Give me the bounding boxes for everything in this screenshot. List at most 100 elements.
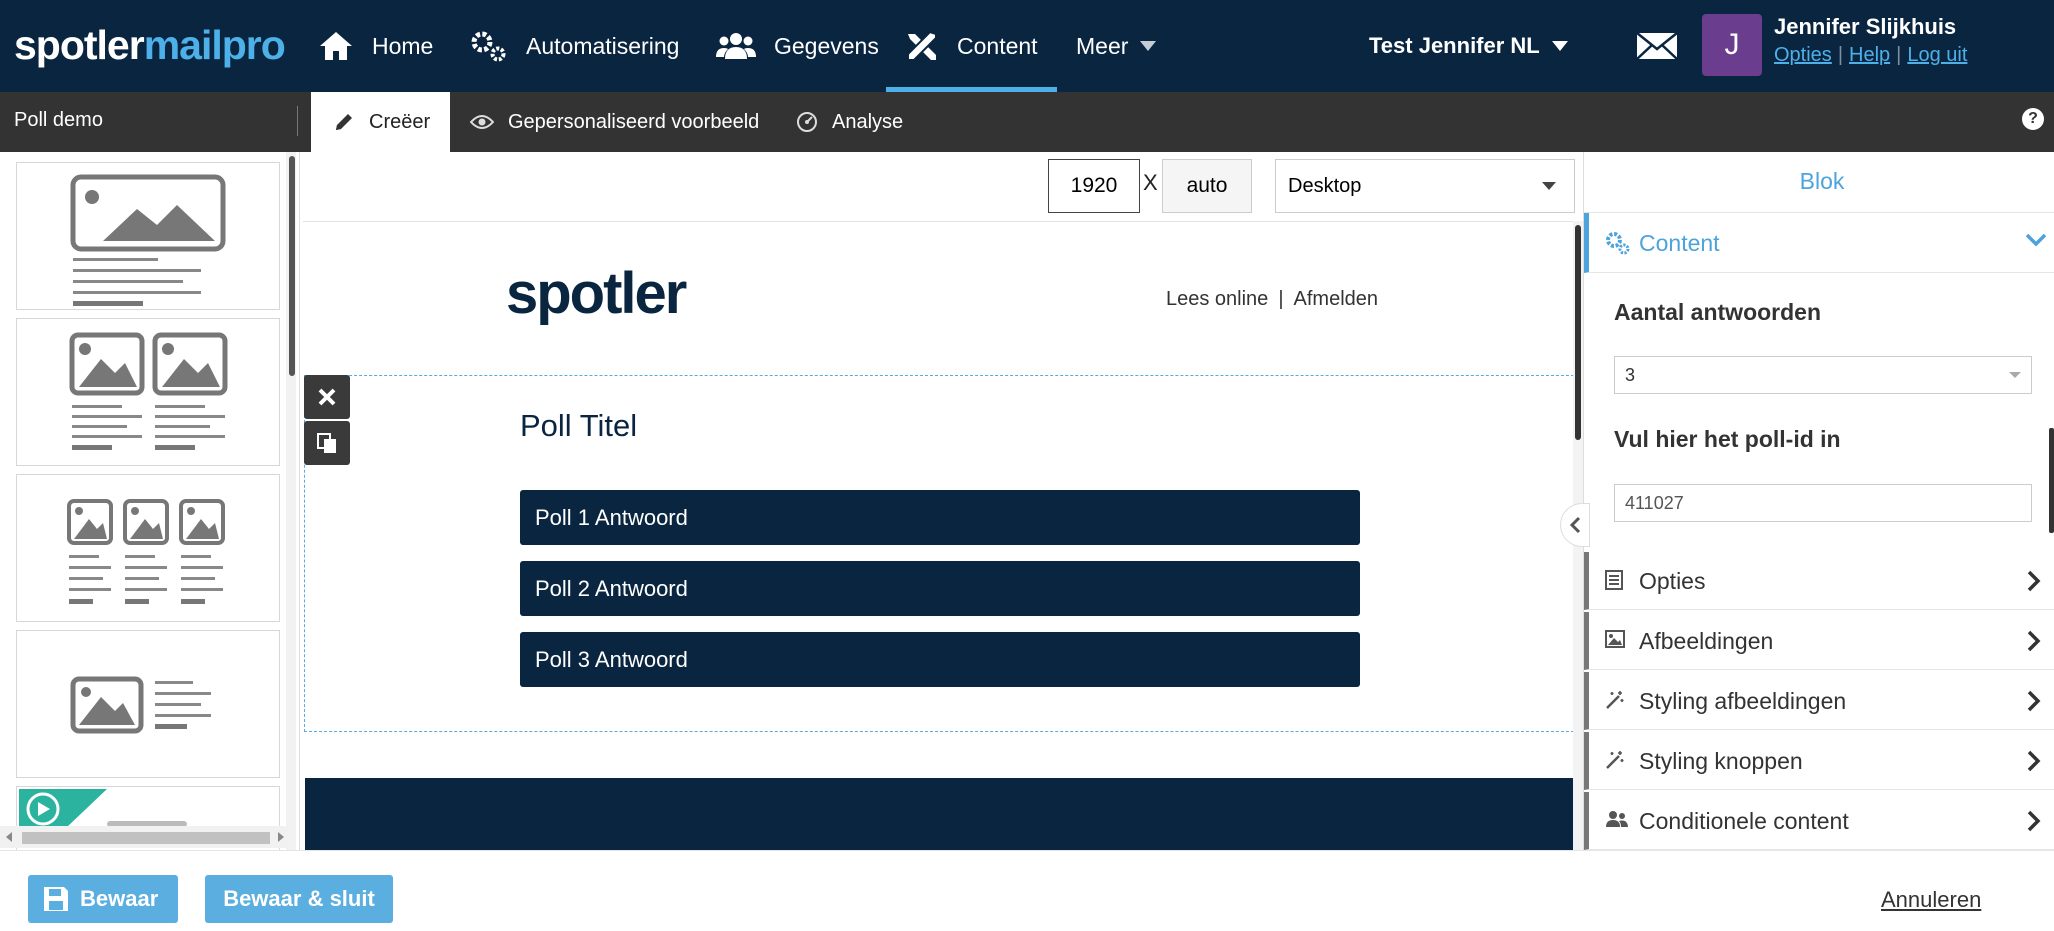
email-header-links: Lees online | Afmelden <box>1166 288 1378 311</box>
options-link[interactable]: Opties <box>1774 44 1832 66</box>
poll-title[interactable]: Poll Titel <box>520 408 637 444</box>
nav-content-label: Content <box>957 32 1038 59</box>
block-three-columns[interactable] <box>16 474 280 622</box>
section-images-label: Afbeeldingen <box>1639 628 1774 654</box>
cancel-link[interactable]: Annuleren <box>1881 887 1981 913</box>
separator: | <box>1837 44 1844 66</box>
block-image-left-text[interactable] <box>16 630 280 778</box>
poll-id-label: Vul hier het poll-id in <box>1614 426 1841 452</box>
answers-count-label: Aantal antwoorden <box>1614 299 1822 325</box>
horizontal-scroll-thumb[interactable] <box>22 832 270 844</box>
save-button[interactable]: Bewaar <box>28 875 178 923</box>
unsubscribe-link[interactable]: Afmelden <box>1294 288 1379 310</box>
divider <box>297 106 298 136</box>
chevron-right-icon <box>2027 690 2041 712</box>
chevron-right-icon <box>2027 570 2041 592</box>
poll-id-field[interactable] <box>1614 484 2032 522</box>
chevron-down-icon <box>1542 182 1556 190</box>
delete-block-button[interactable] <box>304 375 350 419</box>
pencil-ruler-icon <box>907 30 937 61</box>
close-icon <box>318 388 336 406</box>
tab-create[interactable]: Creëer <box>311 92 450 152</box>
poll-answer-button[interactable]: Poll 1 Antwoord <box>520 490 1360 545</box>
chevron-right-icon <box>2027 630 2041 652</box>
properties-panel: Blok Content Aantal antwoorden 3 Vul hie… <box>1583 152 2054 856</box>
save-and-close-button[interactable]: Bewaar & sluit <box>205 875 393 923</box>
canvas-scrollbar-thumb[interactable] <box>1575 225 1581 440</box>
envelope-icon[interactable] <box>1636 32 1678 60</box>
properties-scrollbar-thumb[interactable] <box>2049 428 2054 533</box>
help-icon[interactable]: ? <box>2022 108 2044 130</box>
section-image-styling[interactable]: Styling afbeeldingen <box>1584 672 2054 730</box>
two-columns-block-icon <box>69 332 228 450</box>
logout-link[interactable]: Log uit <box>1907 44 1967 66</box>
library-scrollbar-thumb[interactable] <box>289 156 295 376</box>
tab-block[interactable]: Blok <box>1780 168 1864 226</box>
read-online-link[interactable]: Lees online <box>1166 288 1268 310</box>
nav-more[interactable]: Meer <box>1076 0 1157 92</box>
library-horizontal-scrollbar[interactable] <box>0 826 288 848</box>
three-columns-block-icon <box>67 499 225 604</box>
nav-more-label: Meer <box>1076 32 1129 59</box>
tab-analysis-label: Analyse <box>832 110 904 133</box>
bottom-action-bar: Bewaar Bewaar & sluit Annuleren <box>0 850 2054 931</box>
section-button-styling-label: Styling knoppen <box>1639 748 1803 774</box>
avatar[interactable]: J <box>1702 14 1762 76</box>
account-switcher[interactable]: Test Jennifer NL <box>1369 0 1568 92</box>
user-name: Jennifer Slijkhuis <box>1774 14 1957 39</box>
nav-home[interactable]: Home <box>318 0 433 92</box>
pencil-icon <box>336 114 352 130</box>
gears-icon <box>1606 232 1630 255</box>
document-title: Poll demo <box>14 108 103 131</box>
brand-part-1: spotler <box>14 22 145 68</box>
nav-data-label: Gegevens <box>774 32 879 59</box>
section-button-styling[interactable]: Styling knoppen <box>1584 732 2054 790</box>
separator: | <box>1896 44 1902 66</box>
help-link[interactable]: Help <box>1849 44 1890 66</box>
top-navigation: spotlermailpro Home Automatisering Gegev… <box>0 0 2054 92</box>
separator: | <box>1278 288 1284 310</box>
chevron-right-icon <box>2027 810 2041 832</box>
section-conditional-content[interactable]: Conditionele content <box>1584 792 2054 850</box>
image-left-text-block-icon <box>70 676 211 734</box>
floppy-disk-icon <box>44 887 68 911</box>
brand-part-2: mailpro <box>143 22 286 68</box>
save-button-label: Bewaar <box>80 886 159 911</box>
size-separator: X <box>1143 170 1158 195</box>
poll-answer-button[interactable]: Poll 2 Antwoord <box>520 561 1360 616</box>
section-content-label: Content <box>1639 230 1720 256</box>
scroll-right-icon[interactable] <box>278 832 284 842</box>
magic-wand-icon <box>1606 751 1624 769</box>
gears-icon <box>471 31 506 62</box>
canvas-height-input[interactable]: auto <box>1162 159 1252 213</box>
section-options[interactable]: Opties <box>1584 552 2054 610</box>
email-footer-band <box>305 778 1575 850</box>
block-two-columns[interactable] <box>16 318 280 466</box>
account-name: Test Jennifer NL <box>1369 33 1540 58</box>
tab-analysis[interactable]: Analyse <box>796 92 903 152</box>
device-select[interactable]: Desktop <box>1275 159 1575 213</box>
brand-logo[interactable]: spotlermailpro <box>14 20 286 70</box>
tab-personalized-preview[interactable]: Gepersonaliseerd voorbeeld <box>470 92 759 152</box>
block-image-text[interactable] <box>16 162 280 310</box>
duplicate-block-button[interactable] <box>304 421 350 465</box>
section-images[interactable]: Afbeeldingen <box>1584 612 2054 670</box>
chevron-down-icon <box>2025 233 2047 247</box>
canvas-width-input[interactable]: 1920 <box>1048 159 1140 213</box>
users-icon <box>716 33 756 59</box>
section-content-header[interactable]: Content <box>1584 213 2054 273</box>
nav-data[interactable]: Gegevens <box>716 0 879 92</box>
poll-id-input[interactable] <box>1625 492 2031 514</box>
magic-wand-icon <box>1606 691 1624 709</box>
nav-content[interactable]: Content <box>886 0 1057 92</box>
section-image-styling-label: Styling afbeeldingen <box>1639 688 1847 714</box>
scroll-left-icon[interactable] <box>6 832 12 842</box>
eye-icon <box>470 115 494 129</box>
poll-answer-button[interactable]: Poll 3 Antwoord <box>520 632 1360 687</box>
answers-count-select[interactable]: 3 <box>1614 356 2032 394</box>
tab-create-label: Creëer <box>369 110 431 133</box>
nav-automation[interactable]: Automatisering <box>470 0 679 92</box>
nav-home-label: Home <box>372 32 434 59</box>
chevron-down-icon <box>1551 41 1568 51</box>
home-icon <box>320 32 352 60</box>
